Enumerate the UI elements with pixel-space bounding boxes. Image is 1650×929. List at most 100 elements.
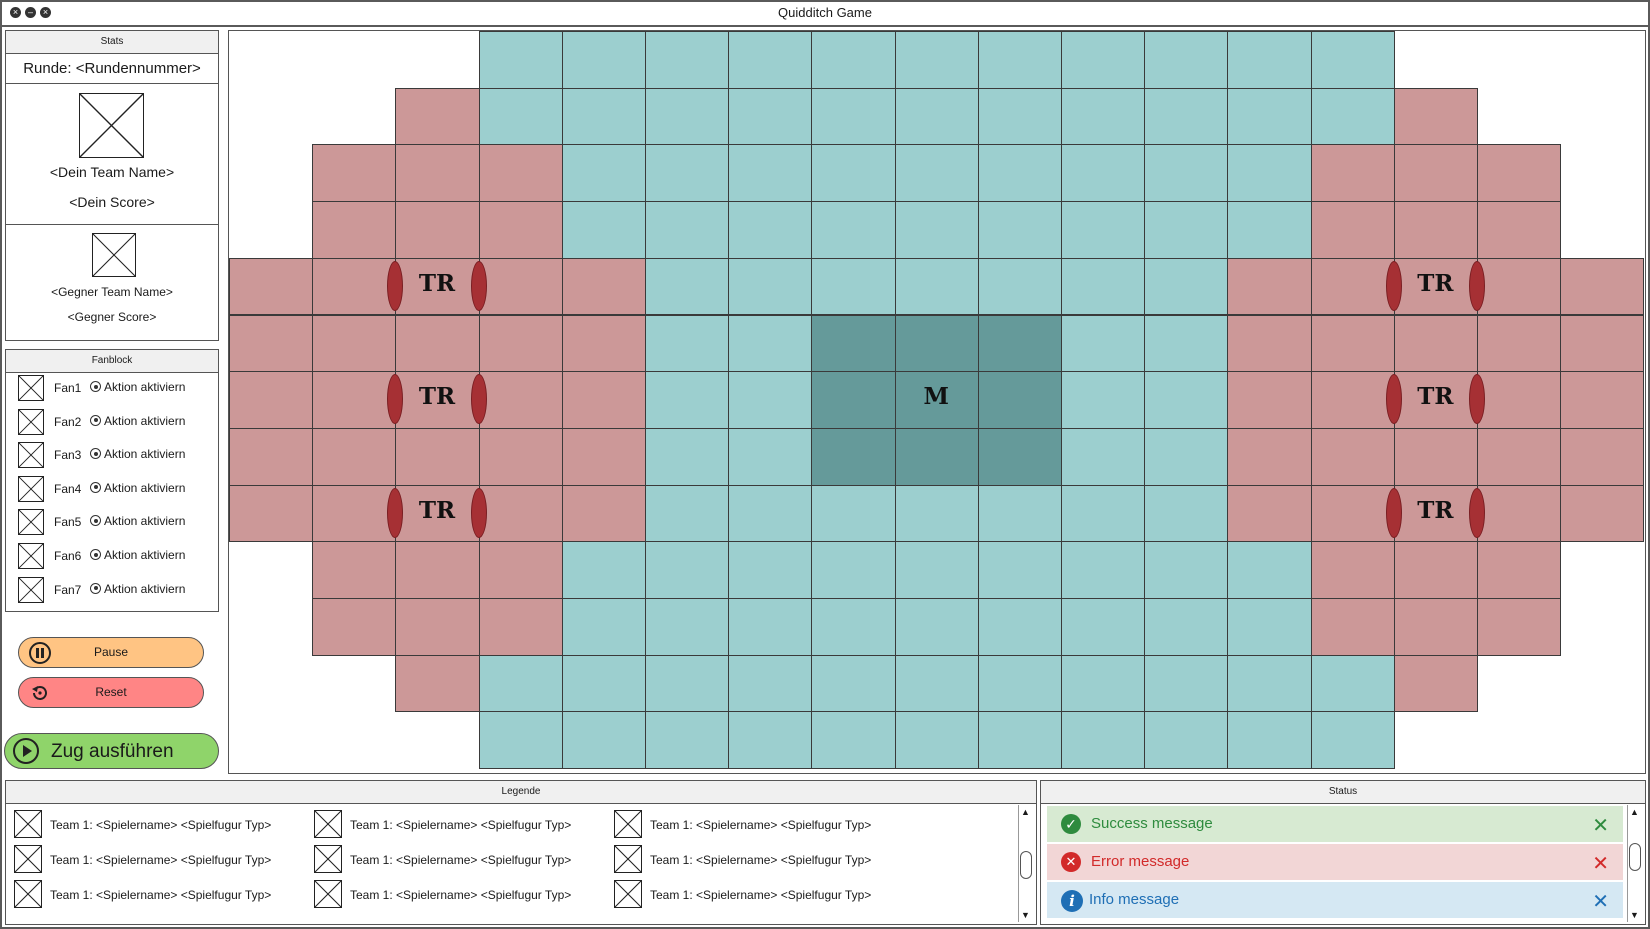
half-field-cell[interactable] (1393, 87, 1478, 146)
half-field-cell[interactable] (1477, 427, 1562, 486)
fan-action-label[interactable]: Aktion aktiviern (104, 447, 185, 461)
half-field-cell[interactable] (478, 201, 563, 259)
field-cell[interactable] (645, 314, 730, 373)
field-cell[interactable] (894, 257, 979, 316)
half-field-cell[interactable] (561, 257, 646, 316)
field-cell[interactable] (645, 484, 730, 543)
field-cell[interactable] (728, 371, 813, 429)
half-field-cell[interactable] (1560, 427, 1645, 486)
field-cell[interactable] (977, 257, 1062, 316)
field-cell[interactable] (811, 711, 896, 770)
half-field-cell[interactable] (1393, 654, 1478, 713)
field-cell[interactable] (1061, 427, 1146, 486)
field-cell[interactable] (1144, 371, 1229, 429)
half-field-cell[interactable] (1477, 257, 1562, 316)
field-cell[interactable] (1144, 87, 1229, 146)
field-cell[interactable] (728, 87, 813, 146)
half-field-cell[interactable] (478, 541, 563, 599)
field-cell[interactable] (977, 201, 1062, 259)
field-cell[interactable] (645, 257, 730, 316)
field-cell[interactable] (1061, 31, 1146, 89)
field-cell[interactable] (1061, 654, 1146, 713)
field-cell[interactable] (977, 87, 1062, 146)
field-cell[interactable] (977, 484, 1062, 543)
half-field-cell[interactable] (312, 427, 397, 486)
half-field-cell[interactable] (1477, 201, 1562, 259)
scroll-up-arrow-icon[interactable]: ▲ (1021, 807, 1030, 817)
half-field-cell[interactable] (1393, 144, 1478, 203)
center-field-cell[interactable] (977, 314, 1062, 373)
field-cell[interactable] (1061, 314, 1146, 373)
half-field-cell[interactable] (1393, 598, 1478, 656)
execute-move-button[interactable]: Zug ausführen (4, 733, 219, 769)
field-cell[interactable] (977, 31, 1062, 89)
pause-button[interactable]: Pause (18, 637, 204, 668)
half-field-cell[interactable] (312, 144, 397, 203)
half-field-cell[interactable] (478, 314, 563, 373)
field-cell[interactable] (894, 201, 979, 259)
field-cell[interactable] (1144, 201, 1229, 259)
field-cell[interactable] (894, 654, 979, 713)
field-cell[interactable] (1227, 87, 1312, 146)
field-cell[interactable] (1061, 201, 1146, 259)
field-cell[interactable] (645, 201, 730, 259)
field-cell[interactable] (1310, 654, 1395, 713)
field-cell[interactable] (728, 598, 813, 656)
half-field-cell[interactable] (312, 257, 397, 316)
half-field-cell[interactable] (1310, 257, 1395, 316)
field-cell[interactable] (645, 427, 730, 486)
field-cell[interactable] (894, 711, 979, 770)
legend-scrollbar[interactable]: ▲ ▼ (1018, 805, 1034, 922)
half-field-cell[interactable] (395, 541, 480, 599)
field-cell[interactable] (811, 484, 896, 543)
half-field-cell[interactable] (1477, 598, 1562, 656)
field-cell[interactable] (1144, 314, 1229, 373)
half-field-cell[interactable] (1393, 314, 1478, 373)
field-cell[interactable] (645, 31, 730, 89)
center-field-cell[interactable] (894, 314, 979, 373)
field-cell[interactable] (478, 87, 563, 146)
status-scroll-down-arrow-icon[interactable]: ▼ (1630, 910, 1639, 920)
field-cell[interactable] (728, 654, 813, 713)
field-cell[interactable] (728, 711, 813, 770)
half-field-cell[interactable] (1310, 427, 1395, 486)
half-field-cell[interactable] (229, 371, 314, 429)
half-field-cell[interactable] (1393, 541, 1478, 599)
half-field-cell[interactable] (395, 427, 480, 486)
field-cell[interactable] (1061, 598, 1146, 656)
field-cell[interactable] (1144, 257, 1229, 316)
half-field-cell[interactable] (312, 484, 397, 543)
field-cell[interactable] (1227, 711, 1312, 770)
field-cell[interactable] (645, 654, 730, 713)
field-cell[interactable] (645, 541, 730, 599)
legend-scroll-thumb[interactable] (1020, 851, 1032, 879)
status-scrollbar[interactable]: ▲ ▼ (1627, 805, 1643, 922)
half-field-cell[interactable] (1310, 598, 1395, 656)
field-cell[interactable] (811, 201, 896, 259)
half-field-cell[interactable] (478, 427, 563, 486)
center-field-cell[interactable] (977, 371, 1062, 429)
field-cell[interactable] (894, 484, 979, 543)
field-cell[interactable] (894, 31, 979, 89)
half-field-cell[interactable] (478, 484, 563, 543)
half-field-cell[interactable] (561, 371, 646, 429)
reset-button[interactable]: Reset (18, 677, 204, 708)
field-cell[interactable] (1310, 31, 1395, 89)
field-cell[interactable] (1144, 427, 1229, 486)
field-cell[interactable] (561, 31, 646, 89)
field-cell[interactable] (728, 314, 813, 373)
field-cell[interactable] (894, 541, 979, 599)
half-field-cell[interactable] (312, 314, 397, 373)
half-field-cell[interactable] (1227, 371, 1312, 429)
close-error-icon[interactable]: ✕ (1592, 851, 1609, 876)
half-field-cell[interactable] (1310, 314, 1395, 373)
half-field-cell[interactable] (229, 484, 314, 543)
half-field-cell[interactable] (1227, 314, 1312, 373)
field-cell[interactable] (1227, 654, 1312, 713)
half-field-cell[interactable] (1310, 201, 1395, 259)
fan-action-label[interactable]: Aktion aktiviern (104, 582, 185, 596)
half-field-cell[interactable] (478, 144, 563, 203)
fan-action-label[interactable]: Aktion aktiviern (104, 514, 185, 528)
half-field-cell[interactable] (395, 314, 480, 373)
field-cell[interactable] (1061, 541, 1146, 599)
